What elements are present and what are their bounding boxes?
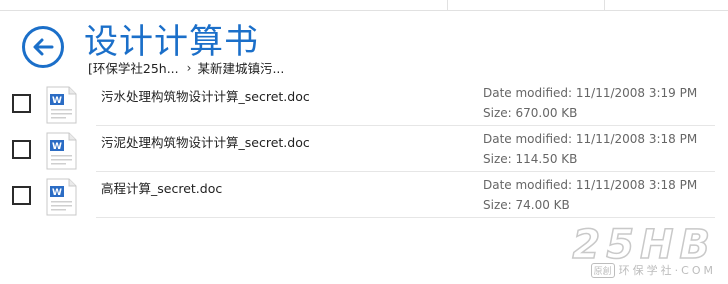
- file-checkbox[interactable]: [12, 94, 31, 113]
- watermark-tagline: 原創 环保学社·COM: [590, 262, 716, 278]
- file-size: Size: 114.50 KB: [483, 152, 578, 166]
- svg-text:W: W: [52, 96, 62, 106]
- file-date-modified: Date modified: 11/11/2008 3:18 PM: [483, 178, 698, 192]
- file-name[interactable]: 高程计算_secret.doc: [101, 178, 222, 197]
- watermark-badge: 原創: [590, 263, 615, 278]
- watermark-tagline-text: 环保学社·COM: [618, 264, 716, 277]
- file-checkbox[interactable]: [12, 186, 31, 205]
- top-bar-divider: [447, 0, 448, 11]
- breadcrumb-item-current[interactable]: 某新建城镇污...: [197, 58, 284, 77]
- file-size: Size: 670.00 KB: [483, 106, 578, 120]
- file-date-modified: Date modified: 11/11/2008 3:19 PM: [483, 86, 698, 100]
- file-name[interactable]: 污泥处理构筑物设计计算_secret.doc: [101, 132, 310, 151]
- row-divider: [96, 217, 715, 218]
- top-bar: [0, 0, 728, 11]
- chevron-right-icon: ›: [186, 60, 192, 75]
- svg-text:W: W: [52, 142, 62, 152]
- word-document-icon: W: [46, 178, 77, 216]
- file-checkbox[interactable]: [12, 140, 31, 159]
- page-title: 设计计算书: [84, 22, 259, 62]
- breadcrumb: [环保学社25h... › 某新建城镇污...: [88, 58, 284, 77]
- file-row[interactable]: W 高程计算_secret.doc Date modified: 11/11/2…: [0, 172, 715, 218]
- file-size: Size: 74.00 KB: [483, 198, 570, 212]
- file-row[interactable]: W 污泥处理构筑物设计计算_secret.doc Date modified: …: [0, 126, 715, 172]
- svg-text:W: W: [52, 188, 62, 198]
- file-name[interactable]: 污水处理构筑物设计计算_secret.doc: [101, 86, 310, 105]
- word-document-icon: W: [46, 86, 77, 124]
- word-document-icon: W: [46, 132, 77, 170]
- breadcrumb-item-root[interactable]: [环保学社25h...: [88, 58, 179, 77]
- file-row[interactable]: W 污水处理构筑物设计计算_secret.doc Date modified: …: [0, 80, 715, 126]
- site-watermark: 25HB 原創 环保学社·COM: [548, 221, 720, 278]
- top-bar-divider: [604, 0, 605, 11]
- back-arrow-icon: [33, 38, 54, 56]
- file-date-modified: Date modified: 11/11/2008 3:18 PM: [483, 132, 698, 146]
- back-button[interactable]: [22, 26, 64, 68]
